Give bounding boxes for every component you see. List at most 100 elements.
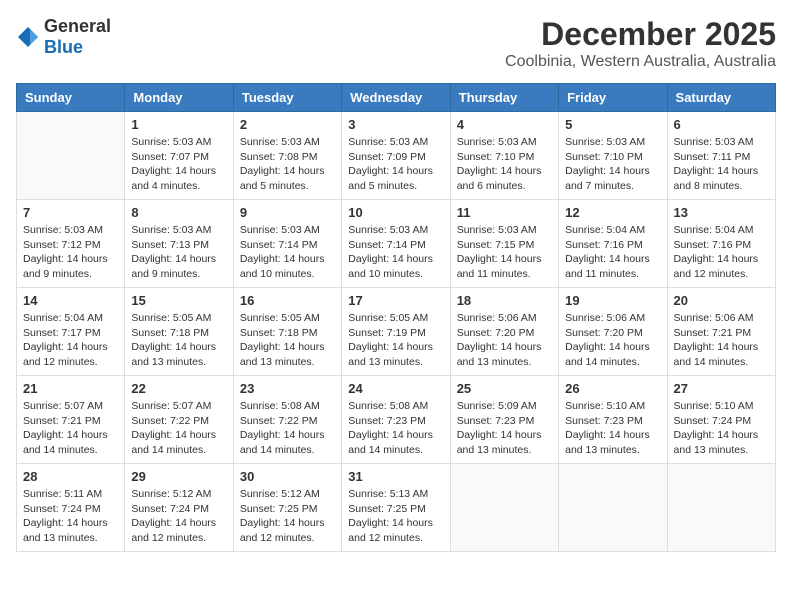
calendar-cell: 10 Sunrise: 5:03 AMSunset: 7:14 PMDayligh… bbox=[342, 200, 450, 288]
calendar-cell: 16Sunrise: 5:05 AMSunset: 7:18 PMDayligh… bbox=[233, 288, 341, 376]
calendar: SundayMondayTuesdayWednesdayThursdayFrid… bbox=[16, 83, 776, 552]
day-number: 15 bbox=[131, 293, 226, 308]
weekday-header-tuesday: Tuesday bbox=[233, 84, 341, 112]
day-info: Sunrise: 5:11 AMSunset: 7:24 PMDaylight:… bbox=[23, 487, 118, 546]
calendar-cell: 29Sunrise: 5:12 AMSunset: 7:24 PMDayligh… bbox=[125, 464, 233, 552]
day-number: 24 bbox=[348, 381, 443, 396]
calendar-cell: 18 Sunrise: 5:06 AMSunset: 7:20 PMDayligh… bbox=[450, 288, 558, 376]
weekday-header-monday: Monday bbox=[125, 84, 233, 112]
day-info: Sunrise: 5:03 AMSunset: 7:11 PMDaylight:… bbox=[674, 135, 769, 194]
day-info: Sunrise: 5:10 AMSunset: 7:23 PMDaylight:… bbox=[565, 399, 660, 458]
day-info: Sunrise: 5:06 AMSunset: 7:20 PMDaylight:… bbox=[565, 311, 660, 370]
week-row-0: 1 Sunrise: 5:03 AMSunset: 7:07 PMDaylight… bbox=[17, 112, 776, 200]
logo-general: General bbox=[44, 16, 111, 36]
calendar-cell: 9 Sunrise: 5:03 AMSunset: 7:14 PMDaylight… bbox=[233, 200, 341, 288]
calendar-cell: 6 Sunrise: 5:03 AMSunset: 7:11 PMDaylight… bbox=[667, 112, 775, 200]
day-info: Sunrise: 5:09 AMSunset: 7:23 PMDaylight:… bbox=[457, 399, 552, 458]
weekday-header-saturday: Saturday bbox=[667, 84, 775, 112]
day-info: Sunrise: 5:03 AMSunset: 7:13 PMDaylight:… bbox=[131, 223, 226, 282]
day-info: Sunrise: 5:08 AMSunset: 7:23 PMDaylight:… bbox=[348, 399, 443, 458]
calendar-cell bbox=[17, 112, 125, 200]
calendar-cell: 30 Sunrise: 5:12 AMSunset: 7:25 PMDayligh… bbox=[233, 464, 341, 552]
calendar-cell bbox=[667, 464, 775, 552]
calendar-cell: 26 Sunrise: 5:10 AMSunset: 7:23 PMDayligh… bbox=[559, 376, 667, 464]
calendar-cell bbox=[559, 464, 667, 552]
day-info: Sunrise: 5:13 AMSunset: 7:25 PMDaylight:… bbox=[348, 487, 443, 546]
day-number: 8 bbox=[131, 205, 226, 220]
day-number: 23 bbox=[240, 381, 335, 396]
week-row-3: 21 Sunrise: 5:07 AMSunset: 7:21 PMDayligh… bbox=[17, 376, 776, 464]
day-info: Sunrise: 5:10 AMSunset: 7:24 PMDaylight:… bbox=[674, 399, 769, 458]
weekday-header-friday: Friday bbox=[559, 84, 667, 112]
calendar-cell: 23 Sunrise: 5:08 AMSunset: 7:22 PMDayligh… bbox=[233, 376, 341, 464]
header: General Blue December 2025 Coolbinia, We… bbox=[16, 16, 776, 71]
calendar-cell: 24 Sunrise: 5:08 AMSunset: 7:23 PMDayligh… bbox=[342, 376, 450, 464]
day-number: 31 bbox=[348, 469, 443, 484]
day-number: 30 bbox=[240, 469, 335, 484]
week-row-1: 7Sunrise: 5:03 AMSunset: 7:12 PMDaylight… bbox=[17, 200, 776, 288]
day-number: 3 bbox=[348, 117, 443, 132]
location-title: Coolbinia, Western Australia, Australia bbox=[505, 53, 776, 71]
day-number: 9 bbox=[240, 205, 335, 220]
day-info: Sunrise: 5:12 AMSunset: 7:25 PMDaylight:… bbox=[240, 487, 335, 546]
calendar-cell: 21 Sunrise: 5:07 AMSunset: 7:21 PMDayligh… bbox=[17, 376, 125, 464]
calendar-cell: 12 Sunrise: 5:04 AMSunset: 7:16 PMDayligh… bbox=[559, 200, 667, 288]
logo-blue: Blue bbox=[44, 37, 83, 57]
day-number: 28 bbox=[23, 469, 118, 484]
day-number: 12 bbox=[565, 205, 660, 220]
logo-icon bbox=[16, 25, 40, 49]
day-number: 5 bbox=[565, 117, 660, 132]
weekday-header-thursday: Thursday bbox=[450, 84, 558, 112]
day-number: 25 bbox=[457, 381, 552, 396]
calendar-cell: 19Sunrise: 5:06 AMSunset: 7:20 PMDayligh… bbox=[559, 288, 667, 376]
day-number: 18 bbox=[457, 293, 552, 308]
day-info: Sunrise: 5:06 AMSunset: 7:20 PMDaylight:… bbox=[457, 311, 552, 370]
day-number: 4 bbox=[457, 117, 552, 132]
day-info: Sunrise: 5:03 AMSunset: 7:07 PMDaylight:… bbox=[131, 135, 226, 194]
month-title: December 2025 bbox=[505, 16, 776, 53]
day-number: 6 bbox=[674, 117, 769, 132]
day-info: Sunrise: 5:07 AMSunset: 7:21 PMDaylight:… bbox=[23, 399, 118, 458]
day-number: 21 bbox=[23, 381, 118, 396]
calendar-cell: 4 Sunrise: 5:03 AMSunset: 7:10 PMDaylight… bbox=[450, 112, 558, 200]
calendar-cell: 2Sunrise: 5:03 AMSunset: 7:08 PMDaylight… bbox=[233, 112, 341, 200]
calendar-cell: 22 Sunrise: 5:07 AMSunset: 7:22 PMDayligh… bbox=[125, 376, 233, 464]
day-info: Sunrise: 5:05 AMSunset: 7:18 PMDaylight:… bbox=[131, 311, 226, 370]
day-number: 16 bbox=[240, 293, 335, 308]
day-info: Sunrise: 5:03 AMSunset: 7:15 PMDaylight:… bbox=[457, 223, 552, 282]
calendar-cell: 5Sunrise: 5:03 AMSunset: 7:10 PMDaylight… bbox=[559, 112, 667, 200]
day-info: Sunrise: 5:04 AMSunset: 7:16 PMDaylight:… bbox=[674, 223, 769, 282]
day-number: 26 bbox=[565, 381, 660, 396]
day-info: Sunrise: 5:03 AMSunset: 7:10 PMDaylight:… bbox=[457, 135, 552, 194]
calendar-cell: 8 Sunrise: 5:03 AMSunset: 7:13 PMDaylight… bbox=[125, 200, 233, 288]
day-number: 17 bbox=[348, 293, 443, 308]
title-area: December 2025 Coolbinia, Western Austral… bbox=[505, 16, 776, 71]
calendar-cell bbox=[450, 464, 558, 552]
day-number: 20 bbox=[674, 293, 769, 308]
day-number: 22 bbox=[131, 381, 226, 396]
calendar-cell: 11Sunrise: 5:03 AMSunset: 7:15 PMDayligh… bbox=[450, 200, 558, 288]
day-info: Sunrise: 5:03 AMSunset: 7:14 PMDaylight:… bbox=[348, 223, 443, 282]
calendar-cell: 27 Sunrise: 5:10 AMSunset: 7:24 PMDayligh… bbox=[667, 376, 775, 464]
weekday-header-sunday: Sunday bbox=[17, 84, 125, 112]
calendar-cell: 28 Sunrise: 5:11 AMSunset: 7:24 PMDayligh… bbox=[17, 464, 125, 552]
day-info: Sunrise: 5:04 AMSunset: 7:16 PMDaylight:… bbox=[565, 223, 660, 282]
calendar-cell: 15 Sunrise: 5:05 AMSunset: 7:18 PMDayligh… bbox=[125, 288, 233, 376]
calendar-cell: 7Sunrise: 5:03 AMSunset: 7:12 PMDaylight… bbox=[17, 200, 125, 288]
calendar-cell: 1 Sunrise: 5:03 AMSunset: 7:07 PMDaylight… bbox=[125, 112, 233, 200]
day-info: Sunrise: 5:08 AMSunset: 7:22 PMDaylight:… bbox=[240, 399, 335, 458]
day-number: 1 bbox=[131, 117, 226, 132]
day-info: Sunrise: 5:03 AMSunset: 7:12 PMDaylight:… bbox=[23, 223, 118, 282]
calendar-cell: 3 Sunrise: 5:03 AMSunset: 7:09 PMDaylight… bbox=[342, 112, 450, 200]
day-info: Sunrise: 5:07 AMSunset: 7:22 PMDaylight:… bbox=[131, 399, 226, 458]
day-number: 14 bbox=[23, 293, 118, 308]
day-info: Sunrise: 5:04 AMSunset: 7:17 PMDaylight:… bbox=[23, 311, 118, 370]
day-info: Sunrise: 5:03 AMSunset: 7:14 PMDaylight:… bbox=[240, 223, 335, 282]
logo: General Blue bbox=[16, 16, 111, 58]
day-info: Sunrise: 5:03 AMSunset: 7:08 PMDaylight:… bbox=[240, 135, 335, 194]
day-number: 27 bbox=[674, 381, 769, 396]
calendar-cell: 13Sunrise: 5:04 AMSunset: 7:16 PMDayligh… bbox=[667, 200, 775, 288]
day-info: Sunrise: 5:03 AMSunset: 7:09 PMDaylight:… bbox=[348, 135, 443, 194]
day-number: 10 bbox=[348, 205, 443, 220]
day-info: Sunrise: 5:12 AMSunset: 7:24 PMDaylight:… bbox=[131, 487, 226, 546]
